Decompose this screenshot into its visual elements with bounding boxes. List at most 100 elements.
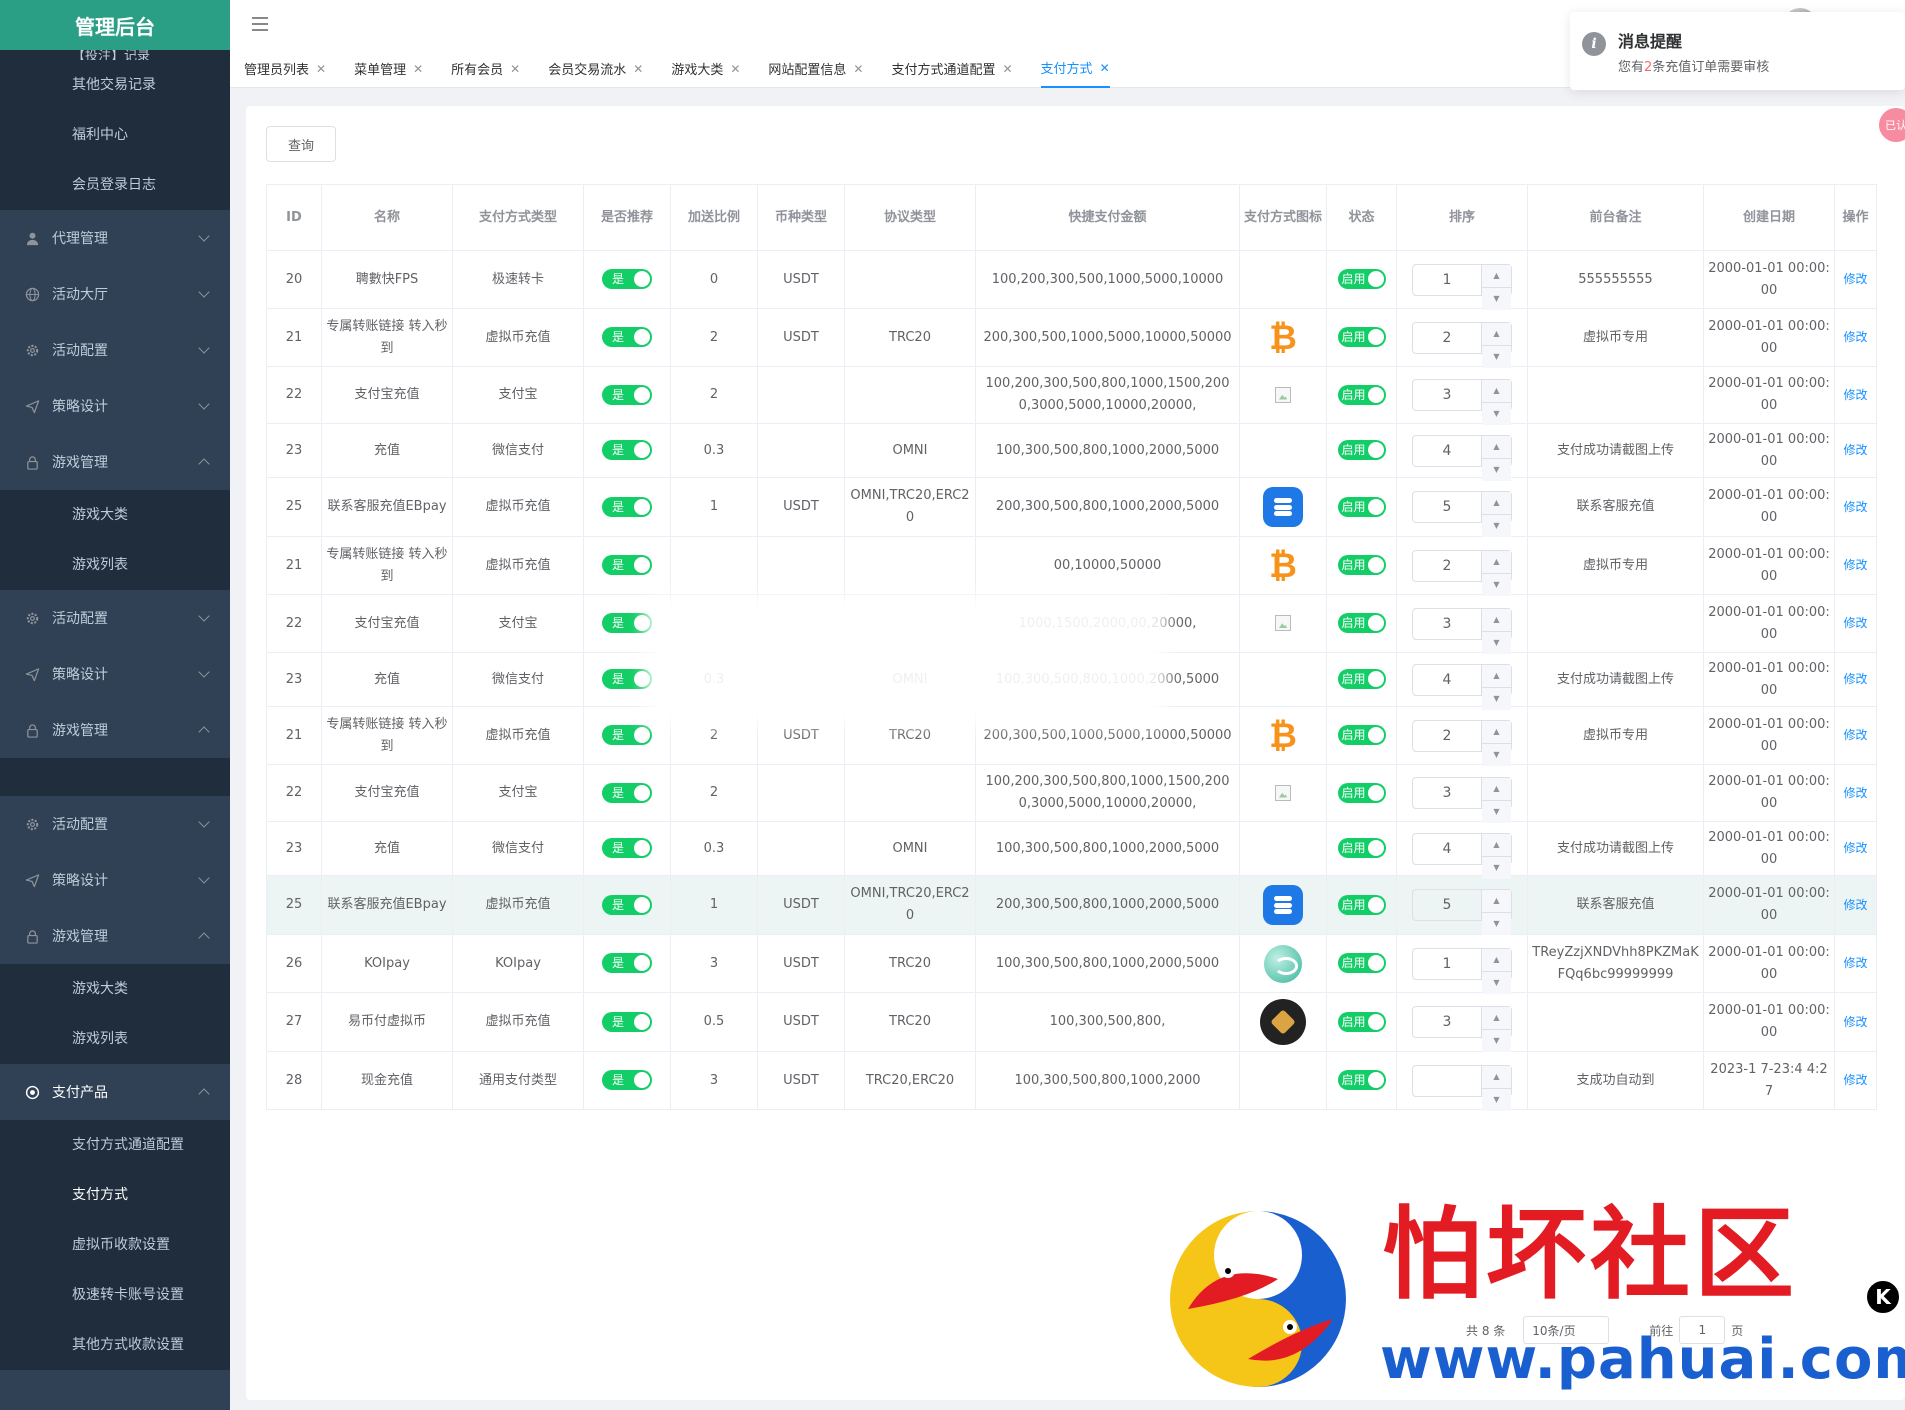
status-switch[interactable]: 启用 bbox=[1337, 555, 1386, 575]
edit-link[interactable]: 修改 bbox=[1843, 500, 1867, 514]
chevron-down-icon[interactable]: ▼ bbox=[1482, 912, 1511, 935]
close-icon[interactable]: ✕ bbox=[316, 62, 326, 76]
chevron-up-icon[interactable]: ▲ bbox=[1482, 833, 1511, 856]
table-row[interactable]: 22 支付宝充值 支付宝 是 2 100,200,300,500,800,1000,150… bbox=[266, 764, 1877, 823]
status-switch[interactable]: 启用 bbox=[1337, 1070, 1386, 1090]
chevron-down-icon[interactable]: ▼ bbox=[1482, 1087, 1511, 1111]
edit-link[interactable]: 修改 bbox=[1843, 388, 1867, 402]
chevron-up-icon[interactable]: ▲ bbox=[1482, 264, 1511, 287]
sort-value[interactable]: 5 bbox=[1413, 492, 1481, 522]
sidebar-group[interactable]: 代理管理 bbox=[0, 210, 230, 266]
status-switch[interactable]: 启用 bbox=[1337, 838, 1386, 858]
sort-stepper[interactable]: 3 ▲ ▼ bbox=[1412, 379, 1512, 425]
status-switch[interactable]: 启用 bbox=[1337, 496, 1386, 517]
sidebar-subitem[interactable]: 游戏列表 bbox=[0, 1014, 230, 1064]
status-switch[interactable]: 启用 bbox=[1337, 440, 1386, 460]
sidebar-subitem[interactable]: 虚拟币收款设置 bbox=[0, 1220, 230, 1270]
recommend-switch[interactable]: 是 bbox=[602, 496, 652, 517]
sort-stepper[interactable]: 4 ▲ ▼ bbox=[1412, 832, 1512, 879]
sort-value[interactable] bbox=[1413, 1066, 1481, 1096]
table-row[interactable]: 27 易币付虚拟币 虚拟币充值 是 0.5 USDT TRC20 100,300,500,80… bbox=[266, 992, 1877, 1052]
chevron-down-icon[interactable]: ▼ bbox=[1482, 742, 1511, 766]
tab-item[interactable]: 游戏大类 ✕ bbox=[671, 50, 740, 88]
table-row[interactable]: 26 KOIpay KOIpay 是 3 USDT TRC20 100,300,500,800… bbox=[266, 934, 1877, 994]
sidebar-subitem[interactable]: 会员登录日志 bbox=[0, 160, 230, 210]
recommend-switch[interactable]: 是 bbox=[602, 894, 652, 915]
close-icon[interactable]: ✕ bbox=[730, 62, 740, 76]
edit-link[interactable]: 修改 bbox=[1843, 728, 1867, 742]
recommend-switch[interactable]: 是 bbox=[602, 327, 652, 347]
recommend-switch[interactable]: 是 bbox=[602, 725, 652, 745]
notification-popup[interactable]: i 消息提醒 您有2条充值订单需要审核 bbox=[1570, 12, 1905, 90]
recommend-switch[interactable]: 是 bbox=[602, 782, 652, 803]
side-tag[interactable]: 已认 bbox=[1879, 108, 1905, 142]
page-input[interactable]: 1 bbox=[1679, 1316, 1726, 1344]
close-icon[interactable]: ✕ bbox=[1100, 61, 1110, 75]
recommend-switch[interactable]: 是 bbox=[602, 555, 652, 575]
sort-value[interactable]: 4 bbox=[1413, 665, 1481, 695]
close-icon[interactable]: ✕ bbox=[1002, 62, 1012, 76]
chevron-up-icon[interactable]: ▲ bbox=[1482, 550, 1511, 573]
edit-link[interactable]: 修改 bbox=[1843, 956, 1867, 970]
sidebar-group[interactable]: 活动大厅 bbox=[0, 266, 230, 322]
table-row[interactable]: 25 联系客服充值EBpay 虚拟币充值 是 1 USDT OMNI,TRC20,ERC20… bbox=[266, 875, 1877, 935]
sidebar-group[interactable]: 支付产品 bbox=[0, 1064, 230, 1120]
sidebar-group[interactable]: 游戏管理 bbox=[0, 908, 230, 964]
edit-link[interactable]: 修改 bbox=[1843, 841, 1867, 855]
sidebar-subitem[interactable]: 其他方式收款设置 bbox=[0, 1320, 230, 1370]
edit-link[interactable]: 修改 bbox=[1843, 672, 1867, 686]
status-switch[interactable]: 启用 bbox=[1337, 725, 1386, 745]
chevron-up-icon[interactable]: ▲ bbox=[1482, 492, 1511, 514]
sort-value[interactable]: 1 bbox=[1413, 949, 1481, 979]
tab-item[interactable]: 所有会员 ✕ bbox=[451, 50, 520, 88]
chevron-down-icon[interactable]: ▼ bbox=[1482, 970, 1511, 994]
sidebar-group[interactable]: 活动配置 bbox=[0, 590, 230, 646]
sidebar-subitem[interactable]: 支付方式 bbox=[0, 1170, 230, 1220]
sidebar-group[interactable]: 策略设计 bbox=[0, 646, 230, 702]
sort-stepper[interactable]: 2 ▲ ▼ bbox=[1412, 549, 1512, 596]
recommend-switch[interactable]: 是 bbox=[602, 953, 652, 973]
table-row[interactable]: 23充值微信支付 是 0.3 OMNI100,300,500,800,1000,200… bbox=[266, 821, 1877, 879]
edit-link[interactable]: 修改 bbox=[1843, 898, 1867, 912]
sort-stepper[interactable]: 2 ▲ ▼ bbox=[1412, 719, 1512, 766]
edit-link[interactable]: 修改 bbox=[1843, 272, 1867, 286]
sort-stepper[interactable]: 5 ▲ ▼ bbox=[1412, 889, 1512, 935]
tab-item[interactable]: 网站配置信息 ✕ bbox=[768, 50, 863, 88]
recommend-switch[interactable]: 是 bbox=[602, 269, 652, 289]
status-switch[interactable]: 启用 bbox=[1337, 613, 1386, 633]
sort-stepper[interactable]: 1 ▲ ▼ bbox=[1412, 947, 1512, 994]
sidebar-subitem[interactable]: 游戏列表 bbox=[0, 540, 230, 590]
recommend-switch[interactable]: 是 bbox=[602, 613, 652, 633]
status-switch[interactable]: 启用 bbox=[1337, 327, 1386, 347]
chevron-down-icon[interactable]: ▼ bbox=[1482, 344, 1511, 368]
tab-item[interactable]: 会员交易流水 ✕ bbox=[548, 50, 643, 88]
status-switch[interactable]: 启用 bbox=[1337, 384, 1386, 405]
tab-item[interactable]: 支付方式 ✕ bbox=[1040, 50, 1110, 88]
close-icon[interactable]: ✕ bbox=[510, 62, 520, 76]
recommend-switch[interactable]: 是 bbox=[602, 838, 652, 858]
sidebar-subitem[interactable]: 游戏大类 bbox=[0, 964, 230, 1014]
sort-value[interactable]: 2 bbox=[1413, 721, 1481, 751]
sidebar-subitem[interactable]: 游戏大类 bbox=[0, 490, 230, 540]
sort-stepper[interactable]: 4 ▲ ▼ bbox=[1412, 434, 1512, 481]
chevron-down-icon[interactable]: ▼ bbox=[1482, 514, 1511, 537]
chevron-up-icon[interactable]: ▲ bbox=[1482, 948, 1511, 971]
table-row[interactable]: 23充值微信支付 是 0.3 OMNI100,300,500,800,1000,200… bbox=[266, 423, 1877, 481]
sort-stepper[interactable]: 3 ▲ ▼ bbox=[1412, 777, 1512, 823]
edit-link[interactable]: 修改 bbox=[1843, 330, 1867, 344]
sort-stepper[interactable]: 2 ▲ ▼ bbox=[1412, 321, 1512, 368]
sort-stepper[interactable]: 3 ▲ ▼ bbox=[1412, 1006, 1512, 1052]
status-switch[interactable]: 启用 bbox=[1337, 894, 1386, 915]
recommend-switch[interactable]: 是 bbox=[602, 1070, 652, 1090]
edit-link[interactable]: 修改 bbox=[1843, 1015, 1867, 1029]
tab-item[interactable]: 支付方式通道配置 ✕ bbox=[891, 50, 1012, 88]
chevron-down-icon[interactable]: ▼ bbox=[1482, 630, 1511, 654]
sidebar-group[interactable]: 活动配置 bbox=[0, 322, 230, 378]
query-button[interactable]: 查询 bbox=[266, 126, 336, 162]
sort-value[interactable]: 3 bbox=[1413, 778, 1481, 808]
table-row[interactable]: 22 支付宝充值 支付宝 是 2 100,200,300,500,800,1000,150… bbox=[266, 366, 1877, 425]
edit-link[interactable]: 修改 bbox=[1843, 443, 1867, 457]
status-switch[interactable]: 启用 bbox=[1337, 269, 1386, 289]
chevron-up-icon[interactable]: ▲ bbox=[1482, 1065, 1511, 1088]
sort-value[interactable]: 3 bbox=[1413, 1007, 1481, 1037]
